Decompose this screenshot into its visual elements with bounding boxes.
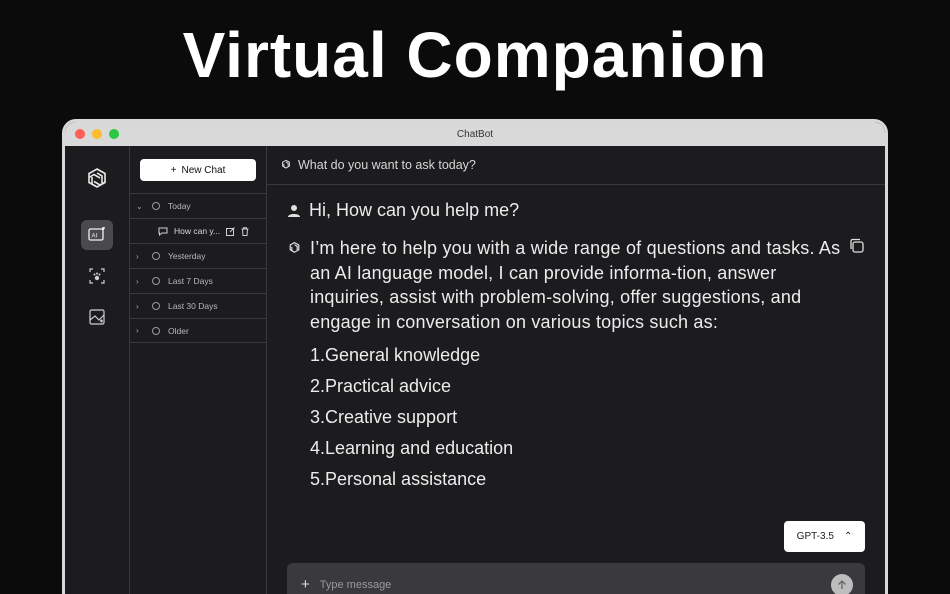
list-item: 2.Practical advice xyxy=(310,376,452,397)
list-item: 4.Learning and education xyxy=(310,438,514,459)
chevron-right-icon: › xyxy=(136,301,139,311)
group-label: Today xyxy=(168,201,191,211)
trash-icon[interactable] xyxy=(241,226,249,236)
list-item: 1.General knowledge xyxy=(310,345,481,366)
edit-icon[interactable] xyxy=(226,226,235,236)
zoom-window-button[interactable] xyxy=(109,129,119,139)
list-item: 3.Creative support xyxy=(310,407,458,428)
clock-icon xyxy=(152,277,160,285)
chevron-down-icon: ⌄ xyxy=(136,201,143,211)
list-item: 5.Personal assistance xyxy=(310,469,487,490)
chat-header-prompt: What do you want to ask today? xyxy=(298,158,476,172)
image-ai-icon xyxy=(89,309,105,325)
chat-header: What do you want to ask today? xyxy=(267,146,885,185)
window-controls xyxy=(75,129,119,139)
group-label: Last 7 Days xyxy=(168,276,213,286)
history-group-today[interactable]: ⌄ Today xyxy=(130,193,266,218)
message-input[interactable] xyxy=(319,578,821,591)
bot-message: I’m here to help you with a wide range o… xyxy=(287,236,847,495)
bot-topic-list: 1.General knowledge 2.Practical advice 3… xyxy=(310,340,847,495)
history-group-older[interactable]: › Older xyxy=(130,318,266,343)
group-label: Older xyxy=(168,325,189,336)
history-chat-item[interactable]: How can y... xyxy=(130,218,266,243)
chevron-right-icon: › xyxy=(136,251,139,261)
chat-item-title: How can y... xyxy=(174,226,221,236)
app-window: ChatBot AI + New Chat ⌄ Today How can y.… xyxy=(62,119,888,594)
openai-logo-icon xyxy=(88,168,106,188)
new-chat-button[interactable]: + New Chat xyxy=(140,159,256,181)
pet-scan-icon xyxy=(89,268,105,284)
plus-icon[interactable]: + xyxy=(301,576,310,593)
headline: Virtual Companion xyxy=(182,19,768,91)
bot-message-text: I’m here to help you with a wide range o… xyxy=(310,238,841,332)
user-message: Hi, How can you help me? xyxy=(287,200,519,221)
rail-image-ai-button[interactable] xyxy=(81,302,113,332)
rail-ai-chat-button[interactable]: AI xyxy=(81,220,113,250)
close-window-button[interactable] xyxy=(75,129,85,139)
clock-icon xyxy=(152,252,160,260)
message-composer: + xyxy=(287,563,865,594)
ai-chat-icon: AI xyxy=(88,227,105,241)
history-sidebar: + New Chat ⌄ Today How can y... › Yester… xyxy=(130,146,267,594)
chevron-right-icon: › xyxy=(136,276,139,286)
history-group-yesterday[interactable]: › Yesterday xyxy=(130,243,266,268)
group-label: Yesterday xyxy=(168,251,206,261)
window-title: ChatBot xyxy=(456,128,494,140)
history-group-last-7-days[interactable]: › Last 7 Days xyxy=(130,268,266,293)
group-label: Last 30 Days xyxy=(168,301,218,311)
arrow-up-icon xyxy=(838,579,846,589)
openai-logo-icon xyxy=(289,241,300,253)
plus-icon: + xyxy=(170,164,177,176)
model-selector[interactable]: GPT-3.5 ⌃ xyxy=(784,521,865,552)
icon-rail: AI xyxy=(65,146,130,594)
svg-text:AI: AI xyxy=(92,234,98,240)
title-bar: ChatBot xyxy=(65,122,885,146)
minimize-window-button[interactable] xyxy=(92,129,102,139)
send-button[interactable] xyxy=(831,573,853,594)
user-icon xyxy=(288,205,300,217)
rail-pet-scan-button[interactable] xyxy=(81,261,113,291)
chevron-up-icon: ⌃ xyxy=(843,531,853,542)
user-message-text: Hi, How can you help me? xyxy=(309,200,520,220)
openai-logo-icon xyxy=(282,159,290,169)
new-chat-label: New Chat xyxy=(181,164,226,176)
model-selector-label: GPT-3.5 xyxy=(796,531,834,542)
copy-icon[interactable] xyxy=(849,238,865,254)
clock-icon xyxy=(152,326,160,335)
clock-icon xyxy=(152,302,160,310)
chevron-right-icon: › xyxy=(136,326,139,335)
chat-panel: What do you want to ask today? Hi, How c… xyxy=(267,146,885,594)
clock-icon xyxy=(152,202,160,210)
chat-bubble-icon xyxy=(158,227,168,236)
history-group-last-30-days[interactable]: › Last 30 Days xyxy=(130,293,266,318)
